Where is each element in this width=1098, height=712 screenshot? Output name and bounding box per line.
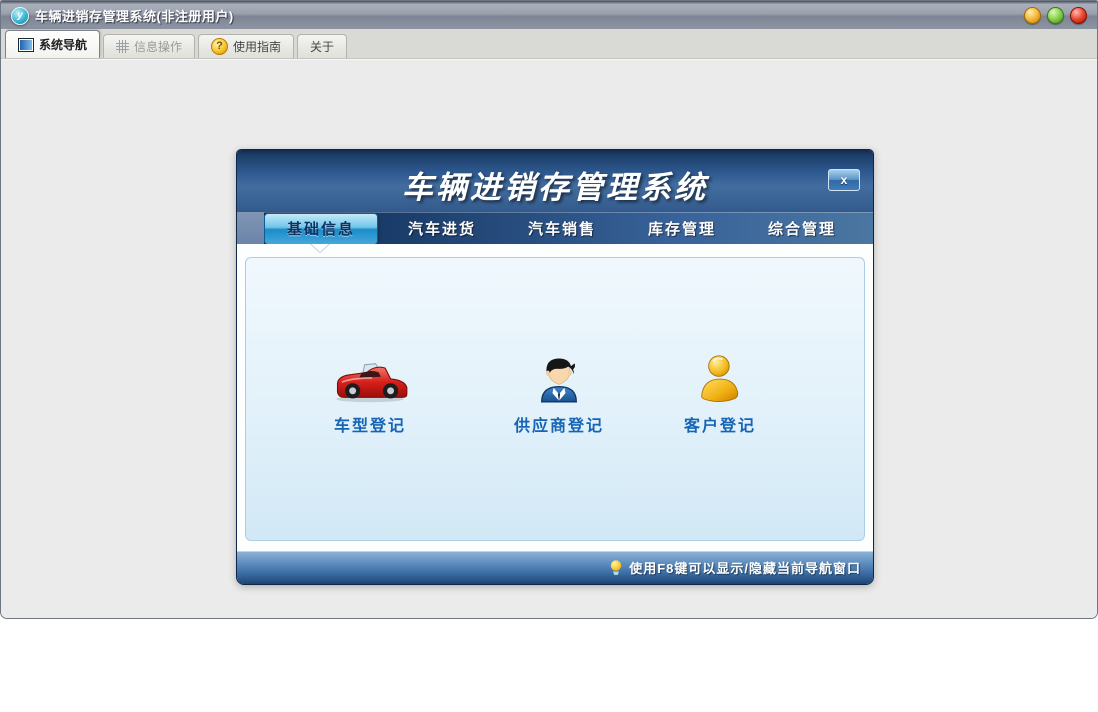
shortcut-supplier-registration[interactable]: 供应商登记 (489, 344, 629, 436)
desktop-area: 车辆进销存管理系统 x 基础信息 汽车进货 汽车销售 库存管理 综合管理 (1, 59, 1097, 618)
tab-label: 信息操作 (134, 38, 182, 55)
dialog-tab-general-mgmt[interactable]: 综合管理 (746, 212, 858, 244)
shortcut-label: 车型登记 (300, 412, 440, 436)
tab-about[interactable]: 关于 (297, 34, 347, 58)
shortcut-customer-registration[interactable]: 客户登记 (650, 344, 790, 436)
window-maximize-button[interactable] (1047, 7, 1064, 24)
red-car-icon (300, 344, 440, 404)
window-title: 车辆进销存管理系统(非注册用户) (35, 6, 234, 25)
window-minimize-button[interactable] (1024, 7, 1041, 24)
shortcut-label: 客户登记 (650, 412, 790, 436)
navigator-dialog: 车辆进销存管理系统 x 基础信息 汽车进货 汽车销售 库存管理 综合管理 (236, 149, 874, 585)
content-panel: 车型登记 (245, 257, 865, 541)
status-hint-text: 使用F8键可以显示/隐藏当前导航窗口 (629, 558, 861, 577)
supplier-person-icon (489, 344, 629, 404)
dialog-body: 车型登记 (237, 244, 873, 551)
window-close-button[interactable] (1070, 7, 1087, 24)
dialog-tab-inventory[interactable]: 库存管理 (626, 212, 738, 244)
dialog-close-button[interactable]: x (828, 169, 860, 191)
dialog-title: 车辆进销存管理系统 (237, 162, 873, 207)
dialog-tab-basic-info[interactable]: 基础信息 (264, 213, 378, 245)
window-controls (1024, 7, 1087, 24)
tab-label: 使用指南 (233, 38, 281, 55)
help-coin-icon: ? (211, 38, 228, 55)
dialog-tab-car-purchase[interactable]: 汽车进货 (386, 212, 498, 244)
tab-label: 系统导航 (39, 36, 87, 53)
tab-label: 关于 (310, 38, 334, 55)
dialog-tab-bar: 基础信息 汽车进货 汽车销售 库存管理 综合管理 (237, 212, 873, 244)
selected-tab-pointer-fill (311, 244, 329, 252)
grid-icon (116, 40, 129, 53)
app-window: y 车辆进销存管理系统(非注册用户) 系统导航 信息操作 ? 使用指南 关于 (0, 0, 1098, 619)
titlebar: y 车辆进销存管理系统(非注册用户) (1, 1, 1097, 29)
tab-info-operations[interactable]: 信息操作 (103, 34, 195, 58)
dialog-header: 车辆进销存管理系统 x (237, 150, 873, 212)
dialog-status-bar: 使用F8键可以显示/隐藏当前导航窗口 (237, 551, 873, 584)
gold-customer-icon (650, 344, 790, 404)
shortcut-vehicle-model-registration[interactable]: 车型登记 (300, 344, 440, 436)
navigator-window-icon (18, 38, 34, 52)
lightbulb-icon (609, 559, 623, 577)
top-tabstrip: 系统导航 信息操作 ? 使用指南 关于 (1, 29, 1097, 59)
shortcut-label: 供应商登记 (489, 412, 629, 436)
tab-system-navigation[interactable]: 系统导航 (5, 30, 100, 58)
app-logo-icon: y (11, 7, 29, 25)
tab-bar-corner (237, 212, 264, 244)
tab-user-guide[interactable]: ? 使用指南 (198, 34, 294, 58)
dialog-tab-car-sales[interactable]: 汽车销售 (506, 212, 618, 244)
